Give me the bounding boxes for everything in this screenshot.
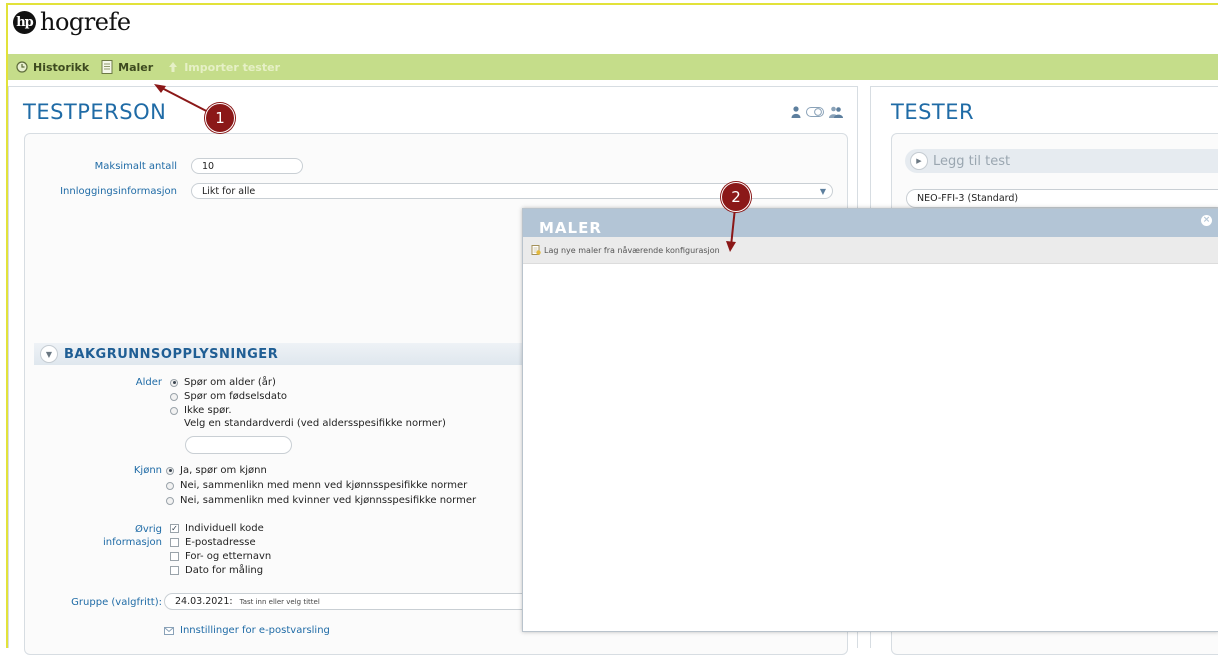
annotation-marker-2: 2 <box>721 182 751 212</box>
annotation-arrows <box>154 84 736 252</box>
annotation-marker-1: 1 <box>205 103 235 133</box>
